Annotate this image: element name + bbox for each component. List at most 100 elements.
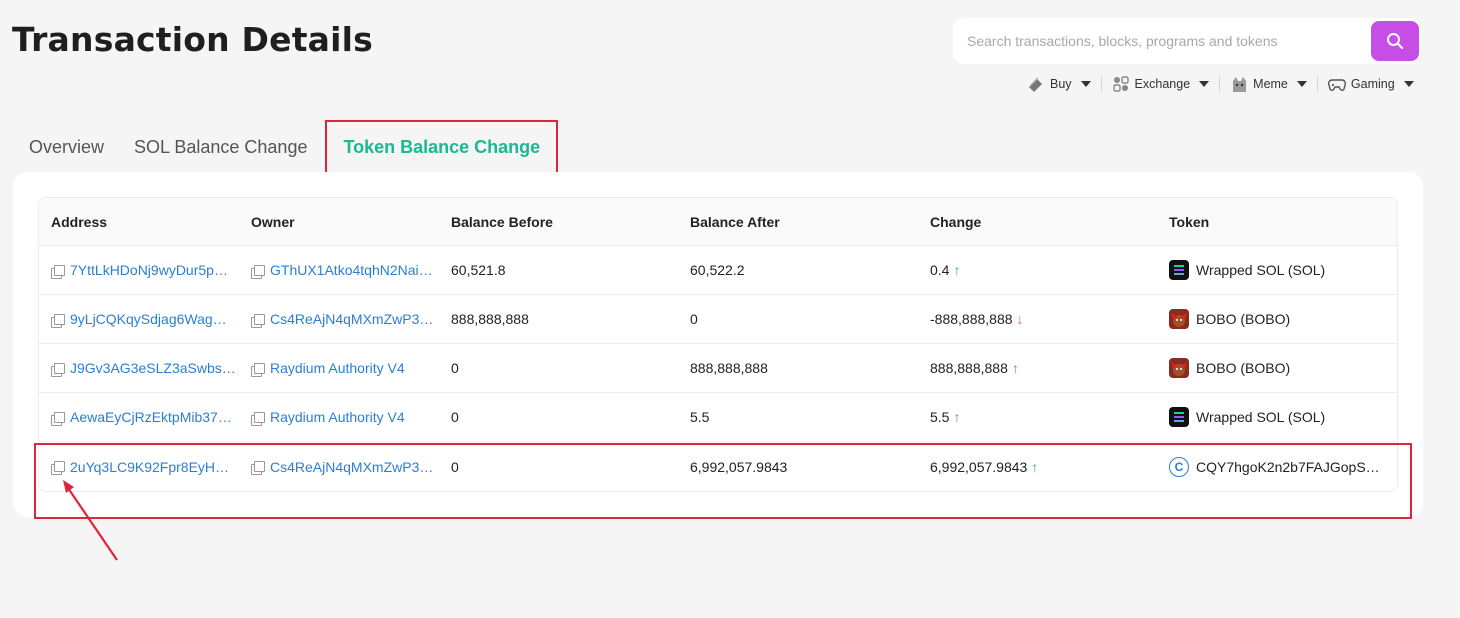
copy-icon[interactable] (51, 411, 65, 426)
chevron-down-icon (1403, 81, 1414, 87)
token-cell[interactable]: Wrapped SOL (SOL) (1157, 260, 1397, 280)
change-cell: 6,992,057.9843 ↑ (918, 459, 1157, 475)
copy-icon[interactable] (51, 313, 65, 328)
copy-icon[interactable] (51, 264, 65, 279)
owner-link[interactable]: Raydium Authority V4 (270, 409, 405, 425)
token-name: Wrapped SOL (SOL) (1196, 409, 1326, 425)
chevron-down-icon (1199, 81, 1210, 87)
nav-meme[interactable]: Meme (1230, 75, 1307, 93)
balance-before-cell: 888,888,888 (451, 311, 529, 327)
address-link[interactable]: 9yLjCQKqySdjag6Wag… (70, 311, 227, 327)
nav-buy-label: Buy (1050, 77, 1072, 91)
owner-link[interactable]: GThUX1Atko4tqhN2Nai… (270, 262, 433, 278)
copy-icon[interactable] (251, 411, 265, 426)
solana-icon (1169, 260, 1189, 280)
column-header-balance-after: Balance After (690, 213, 780, 230)
arrow-up-icon: ↑ (953, 262, 961, 278)
arrow-up-icon: ↑ (1031, 458, 1039, 475)
tab-sol-balance-change[interactable]: SOL Balance Change (119, 120, 322, 174)
balance-after-cell: 0 (690, 311, 698, 327)
search-bar (953, 18, 1420, 64)
owner-cell: Cs4ReAjN4qMXmZwP3… (239, 458, 439, 475)
top-nav: Buy Exchange Meme Gaming (1027, 73, 1414, 95)
nav-exchange-label: Exchange (1134, 77, 1191, 91)
change-value: 0.4 (930, 262, 950, 278)
table-row: AewaEyCjRzEktpMib37… Raydium Authority V… (39, 393, 1397, 442)
nav-divider (1316, 76, 1318, 92)
copy-icon[interactable] (51, 461, 65, 475)
meme-icon (1233, 77, 1247, 92)
token-cell[interactable]: Wrapped SOL (SOL) (1157, 407, 1397, 427)
token-balance-table: Address Owner Balance Before Balance Aft… (38, 197, 1398, 492)
nav-exchange[interactable]: Exchange (1112, 75, 1210, 93)
owner-cell: Raydium Authority V4 (239, 360, 439, 377)
column-header-change: Change (930, 213, 982, 230)
balance-after-cell: 60,522.2 (690, 262, 745, 278)
balance-before-cell: 0 (451, 360, 459, 376)
copy-icon[interactable] (251, 461, 265, 475)
token-name: Wrapped SOL (SOL) (1196, 262, 1326, 278)
token-name: CQY7hgoK2n2b7FAJGopSh… (1196, 458, 1386, 475)
change-value: 6,992,057.9843 (930, 458, 1028, 475)
column-header-balance-before: Balance Before (451, 213, 553, 230)
change-cell: 0.4 ↑ (918, 262, 1157, 278)
tab-overview[interactable]: Overview (14, 120, 119, 174)
nav-meme-label: Meme (1253, 77, 1288, 91)
table-row: 9yLjCQKqySdjag6Wag… Cs4ReAjN4qMXmZwP3… 8… (39, 295, 1397, 344)
owner-cell: GThUX1Atko4tqhN2Nai… (239, 262, 439, 279)
balance-before-cell: 0 (451, 458, 459, 475)
search-button[interactable] (1371, 21, 1419, 61)
copy-icon[interactable] (251, 313, 265, 328)
address-cell: AewaEyCjRzEktpMib37… (39, 409, 239, 426)
balance-after-cell: 6,992,057.9843 (690, 458, 788, 475)
address-link[interactable]: 7YttLkHDoNj9wyDur5p… (70, 262, 228, 278)
change-value: 888,888,888 (930, 360, 1008, 376)
change-cell: 5.5 ↑ (918, 409, 1157, 425)
address-link[interactable]: 2uYq3LC9K92Fpr8EyH… (70, 459, 229, 475)
token-cell[interactable]: C CQY7hgoK2n2b7FAJGopSh… (1157, 456, 1397, 477)
change-value: -888,888,888 (930, 311, 1013, 327)
bobo-icon (1169, 309, 1189, 329)
balance-after-cell: 888,888,888 (690, 360, 768, 376)
copy-icon[interactable] (51, 362, 65, 377)
address-cell: J9Gv3AG3eSLZ3aSwbs… (39, 360, 239, 377)
address-link[interactable]: J9Gv3AG3eSLZ3aSwbs… (70, 360, 236, 376)
search-input[interactable] (953, 18, 1371, 64)
address-cell: 9yLjCQKqySdjag6Wag… (39, 311, 239, 328)
tab-bar: Overview SOL Balance Change Token Balanc… (14, 120, 559, 174)
c-token-icon: C (1169, 456, 1189, 477)
table-row: J9Gv3AG3eSLZ3aSwbs… Raydium Authority V4… (39, 344, 1397, 393)
copy-icon[interactable] (251, 362, 265, 377)
owner-link[interactable]: Raydium Authority V4 (270, 360, 405, 376)
column-header-address: Address (51, 213, 108, 230)
token-cell[interactable]: BOBO (BOBO) (1157, 358, 1397, 378)
exchange-icon (1112, 76, 1129, 92)
nav-buy[interactable]: Buy (1027, 75, 1091, 93)
column-header-token: Token (1169, 213, 1210, 230)
nav-gaming[interactable]: Gaming (1327, 75, 1414, 93)
bobo-icon (1169, 358, 1189, 378)
tab-token-balance-change[interactable]: Token Balance Change (325, 120, 559, 174)
chevron-down-icon (1296, 81, 1307, 87)
solana-icon (1169, 407, 1189, 427)
nav-gaming-label: Gaming (1350, 77, 1395, 91)
owner-cell: Cs4ReAjN4qMXmZwP3… (239, 311, 439, 328)
balance-before-cell: 0 (451, 409, 459, 425)
nav-divider (1219, 76, 1221, 92)
table-row: 2uYq3LC9K92Fpr8EyH… Cs4ReAjN4qMXmZwP3… 0… (39, 442, 1397, 491)
copy-icon[interactable] (251, 264, 265, 279)
nav-divider (1100, 76, 1102, 92)
owner-link[interactable]: Cs4ReAjN4qMXmZwP3… (270, 311, 433, 327)
arrow-down-icon: ↓ (1016, 311, 1024, 327)
change-cell: -888,888,888 ↓ (918, 311, 1157, 327)
address-link[interactable]: AewaEyCjRzEktpMib37… (70, 409, 232, 425)
arrow-up-icon: ↑ (1011, 360, 1019, 376)
search-icon (1387, 33, 1404, 50)
table-body: 7YttLkHDoNj9wyDur5p… GThUX1Atko4tqhN2Nai… (39, 246, 1397, 491)
table-row: 7YttLkHDoNj9wyDur5p… GThUX1Atko4tqhN2Nai… (39, 246, 1397, 295)
owner-link[interactable]: Cs4ReAjN4qMXmZwP3… (270, 459, 433, 475)
token-name: BOBO (BOBO) (1196, 311, 1291, 327)
column-header-owner: Owner (251, 213, 295, 230)
token-cell[interactable]: BOBO (BOBO) (1157, 309, 1397, 329)
gamepad-icon (1327, 79, 1346, 91)
